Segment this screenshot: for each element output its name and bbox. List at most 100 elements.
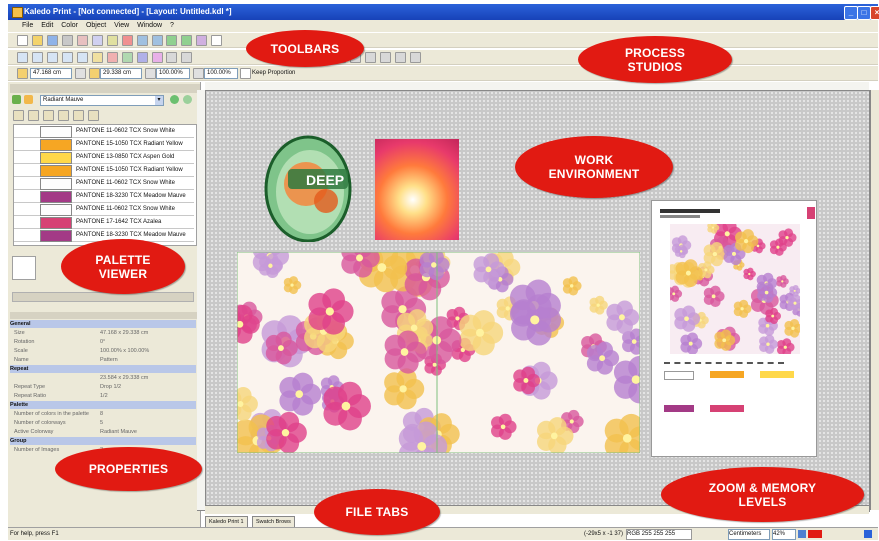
- palette-swatch[interactable]: [40, 126, 72, 138]
- palette-swatch[interactable]: [40, 230, 72, 242]
- units-select[interactable]: Centimeters: [728, 529, 770, 540]
- palette-scrollbar[interactable]: [12, 292, 194, 302]
- undo-icon[interactable]: [136, 35, 148, 46]
- palette-row[interactable]: PANTONE 13-0850 TCX Aspen Gold: [14, 151, 194, 164]
- zoom-icon[interactable]: [798, 530, 806, 538]
- palette-swatch[interactable]: [40, 191, 72, 203]
- delete-icon[interactable]: [121, 35, 133, 46]
- flame-image[interactable]: [375, 139, 459, 240]
- property-row[interactable]: 23.584 x 29.338 cm: [10, 374, 196, 382]
- menu-help[interactable]: ?: [170, 22, 174, 29]
- property-row[interactable]: Name Pattern: [10, 356, 196, 364]
- property-row[interactable]: Number of colors in the palette 8: [10, 410, 196, 418]
- menu-file[interactable]: File: [22, 22, 33, 29]
- scale-x-field[interactable]: 100.00%: [156, 68, 190, 79]
- hand-icon[interactable]: [196, 35, 208, 46]
- menu-edit[interactable]: Edit: [41, 22, 53, 29]
- polygon-icon[interactable]: [46, 52, 58, 63]
- property-row[interactable]: Repeat Ratio 1/2: [10, 392, 196, 400]
- close-button[interactable]: ×: [870, 6, 879, 20]
- palette-tool-icon-5[interactable]: [72, 110, 84, 121]
- menu-window[interactable]: Window: [137, 22, 162, 29]
- curve-icon[interactable]: [31, 52, 43, 63]
- palette-row[interactable]: PANTONE 18-3230 TCX Meadow Mauve: [14, 190, 194, 203]
- property-row[interactable]: Rotation 0°: [10, 338, 196, 346]
- kaledo-window: Kaledo Print - [Not connected] - [Layout…: [0, 0, 879, 541]
- zoom-field[interactable]: 42%: [772, 529, 796, 540]
- scale-y-field[interactable]: 100.00%: [204, 68, 238, 79]
- menu-object[interactable]: Object: [86, 22, 106, 29]
- cut-icon[interactable]: [76, 35, 88, 46]
- property-section-header[interactable]: Repeat: [10, 365, 196, 373]
- property-row[interactable]: Repeat Type Drop 1/2: [10, 383, 196, 391]
- palette-row[interactable]: PANTONE 17-1642 TCX Azalea: [14, 216, 194, 229]
- rectangle-icon[interactable]: [61, 52, 73, 63]
- text-icon[interactable]: [91, 52, 103, 63]
- vertical-scrollbar[interactable]: [870, 90, 879, 510]
- property-row[interactable]: Active Colorway Radiant Mauve: [10, 428, 196, 436]
- copy-icon[interactable]: [91, 35, 103, 46]
- spec-sheet[interactable]: [651, 200, 817, 457]
- property-row[interactable]: Size 47.168 x 29.338 cm: [10, 329, 196, 337]
- monitor-icon[interactable]: [864, 530, 872, 538]
- zoom-out-icon[interactable]: [181, 35, 193, 46]
- palette-row[interactable]: PANTONE 11-0602 TCX Snow White: [14, 177, 194, 190]
- ellipse-icon[interactable]: [76, 52, 88, 63]
- height-field[interactable]: 29.338 cm: [100, 68, 142, 79]
- palette-tool-icon-1[interactable]: [13, 110, 24, 121]
- palette-row[interactable]: PANTONE 15-1050 TCX Radiant Yellow: [14, 164, 194, 177]
- brush-icon[interactable]: [121, 52, 133, 63]
- studio-icon-5[interactable]: [380, 52, 392, 63]
- palette-swatch[interactable]: [40, 204, 72, 216]
- menu-color[interactable]: Color: [61, 22, 78, 29]
- palette-tool-icon-6[interactable]: [87, 110, 99, 121]
- colorway-icon[interactable]: [12, 95, 21, 104]
- palette-swatch[interactable]: [40, 178, 72, 190]
- colorway-select[interactable]: Radiant Mauve ▾: [40, 95, 164, 106]
- eyedropper-icon[interactable]: [136, 52, 148, 63]
- studio-icon-1[interactable]: [181, 52, 193, 63]
- palette-swatch[interactable]: [40, 139, 72, 151]
- menu-view[interactable]: View: [114, 22, 129, 29]
- palette-row[interactable]: PANTONE 11-0602 TCX Snow White: [14, 125, 194, 138]
- refresh-icon[interactable]: [183, 95, 192, 104]
- chevron-down-icon[interactable]: ▾: [155, 96, 163, 105]
- studio-icon-6[interactable]: [395, 52, 407, 63]
- new-icon[interactable]: [16, 35, 28, 46]
- open-icon[interactable]: [31, 35, 43, 46]
- print-icon[interactable]: [61, 35, 73, 46]
- palette-tool-icon-3[interactable]: [42, 110, 54, 121]
- fill-icon[interactable]: [106, 52, 118, 63]
- add-colorway-icon[interactable]: [170, 95, 179, 104]
- maximize-button[interactable]: □: [857, 6, 871, 20]
- link-icon[interactable]: [75, 68, 86, 79]
- pen-icon[interactable]: [16, 52, 28, 63]
- palette-swatch[interactable]: [40, 217, 72, 229]
- palette-swatch[interactable]: [40, 152, 72, 164]
- transform-icon[interactable]: [166, 52, 178, 63]
- deep-logo-image[interactable]: DEEP: [258, 129, 366, 242]
- save-icon[interactable]: [46, 35, 58, 46]
- studio-icon-7[interactable]: [410, 52, 422, 63]
- palette-swatch[interactable]: [40, 165, 72, 177]
- floral-pattern-image[interactable]: [237, 252, 640, 453]
- paste-icon[interactable]: [106, 35, 118, 46]
- studio-icon-4[interactable]: [365, 52, 377, 63]
- select-icon[interactable]: [211, 35, 223, 46]
- palette-icon[interactable]: [24, 95, 33, 104]
- minimize-button[interactable]: _: [844, 6, 858, 20]
- zoom-in-icon[interactable]: [166, 35, 178, 46]
- palette-tool-icon-4[interactable]: [57, 110, 69, 121]
- property-row[interactable]: Scale 100.00% x 100.00%: [10, 347, 196, 355]
- palette-row[interactable]: PANTONE 11-0602 TCX Snow White: [14, 203, 194, 216]
- eraser-icon[interactable]: [151, 52, 163, 63]
- property-section-header[interactable]: General: [10, 320, 196, 328]
- palette-row[interactable]: PANTONE 15-1050 TCX Radiant Yellow: [14, 138, 194, 151]
- property-row[interactable]: Number of colorways 5: [10, 419, 196, 427]
- property-section-header[interactable]: Group: [10, 437, 196, 445]
- palette-tool-icon-2[interactable]: [27, 110, 39, 121]
- redo-icon[interactable]: [151, 35, 163, 46]
- keep-proportion-checkbox[interactable]: [240, 68, 251, 79]
- width-field[interactable]: 47.168 cm: [30, 68, 72, 79]
- property-section-header[interactable]: Palette: [10, 401, 196, 409]
